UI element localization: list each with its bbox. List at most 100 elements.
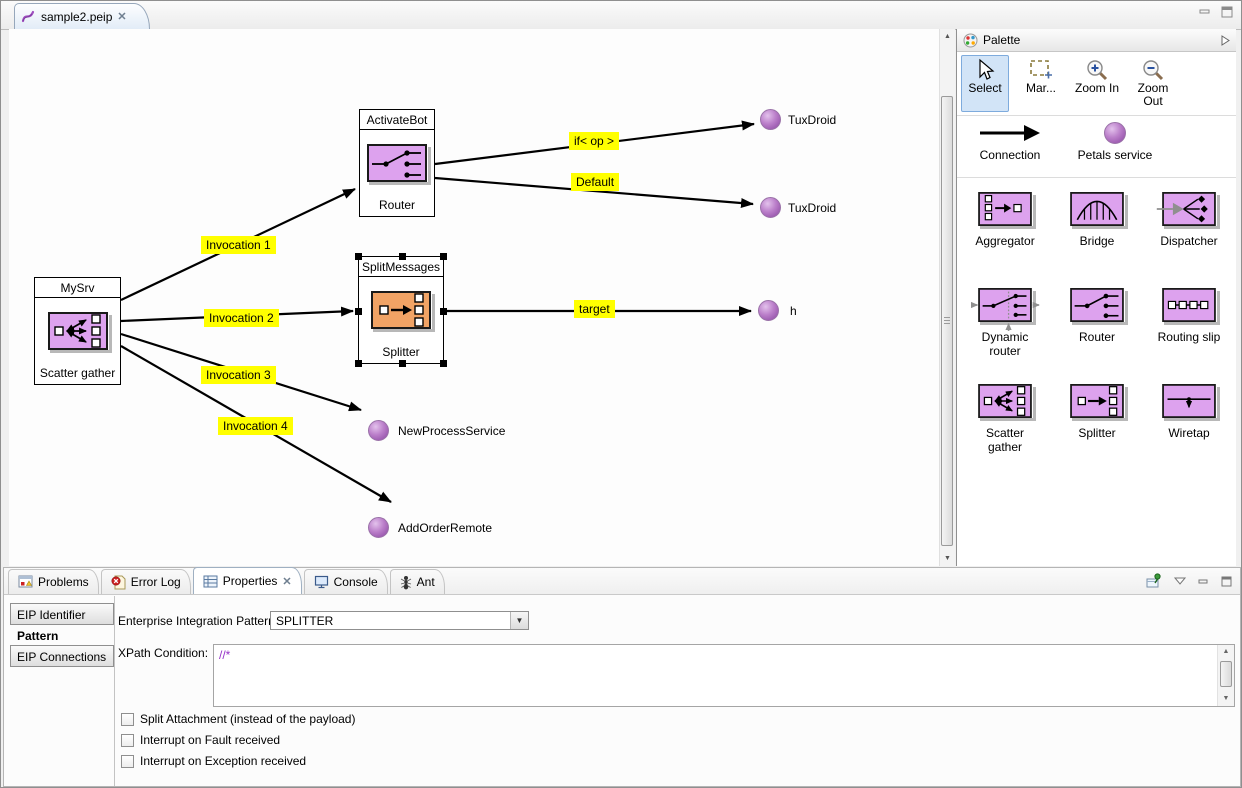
palette-item-router[interactable]: Router — [1051, 288, 1143, 368]
edge-label[interactable]: Invocation 3 — [201, 366, 276, 384]
selection-handle[interactable] — [440, 360, 447, 367]
eip-pattern-value: SPLITTER — [271, 614, 510, 628]
petals-service-icon — [1104, 122, 1126, 144]
bridge-icon — [1069, 192, 1125, 226]
petals-service-sphere[interactable] — [368, 517, 389, 538]
petals-service-sphere[interactable] — [758, 300, 779, 321]
scatter-gather-icon — [47, 312, 109, 350]
zoom-out-icon — [1141, 58, 1165, 82]
tool-marquee[interactable]: Mar... — [1017, 55, 1065, 112]
dynamic-router-icon — [977, 288, 1033, 322]
checkbox-row-split-attachment[interactable]: Split Attachment (instead of the payload… — [121, 712, 355, 726]
palette-item-wiretap[interactable]: Wiretap — [1143, 384, 1235, 464]
selection-handle[interactable] — [399, 360, 406, 367]
scrollbar-thumb[interactable] — [941, 96, 953, 546]
edge-label[interactable]: target — [574, 300, 615, 318]
tab-ant[interactable]: Ant — [390, 569, 445, 594]
maximize-icon[interactable] — [1221, 6, 1233, 18]
properties-view-panel: Problems Error Log Properties ✕ — [3, 567, 1241, 787]
palette-item-dispatcher[interactable]: Dispatcher — [1143, 192, 1235, 272]
properties-sidebar: EIP Identifier Pattern EIP Connections — [10, 604, 114, 667]
minimize-view-icon[interactable] — [1198, 576, 1209, 587]
edge-label[interactable]: Invocation 1 — [201, 236, 276, 254]
palette-item-splitter[interactable]: Splitter — [1051, 384, 1143, 464]
diagram-canvas[interactable] — [9, 29, 940, 566]
selection-handle[interactable] — [355, 360, 362, 367]
editor-tab-bar: sample2.peip ✕ — [1, 1, 1242, 30]
tab-properties[interactable]: Properties ✕ — [193, 567, 302, 594]
tool-zoom-in[interactable]: Zoom In — [1073, 55, 1121, 112]
tool-select[interactable]: Select — [961, 55, 1009, 112]
splitter-icon-selected — [370, 291, 432, 329]
palette-item-routing-slip[interactable]: Routing slip — [1143, 288, 1235, 368]
collapse-palette-icon[interactable] — [1221, 35, 1230, 46]
editor-tab-close-icon[interactable]: ✕ — [117, 10, 126, 23]
selection-handle[interactable] — [440, 308, 447, 315]
canvas-node-mysrv[interactable]: MySrv Scatter gather — [34, 277, 121, 385]
tool-zoom-out[interactable]: Zoom Out — [1129, 55, 1177, 112]
sidebar-item-eip-connections[interactable]: EIP Connections — [10, 645, 114, 667]
palette-item-aggregator[interactable]: Aggregator — [959, 192, 1051, 272]
combo-dropdown-icon[interactable]: ▼ — [510, 612, 528, 629]
properties-icon — [203, 575, 218, 588]
edge-label[interactable]: Invocation 4 — [218, 417, 293, 435]
palette-icon — [963, 33, 978, 48]
edge-label[interactable]: Default — [571, 173, 619, 191]
endpoint-label: h — [790, 304, 797, 318]
minimize-icon[interactable] — [1199, 6, 1211, 18]
selection-handle[interactable] — [440, 253, 447, 260]
petals-service-sphere[interactable] — [760, 197, 781, 218]
tab-error-log[interactable]: Error Log — [101, 569, 191, 594]
palette-tools: Select Mar... Zoom In — [957, 52, 1236, 116]
router-icon — [1069, 288, 1125, 322]
maximize-view-icon[interactable] — [1221, 576, 1232, 587]
palette-item-scatter-gather[interactable]: Scatter gather — [959, 384, 1051, 464]
palette-item-petals-service[interactable]: Petals service — [1067, 122, 1163, 162]
palette-header[interactable]: Palette — [957, 29, 1236, 52]
textarea-scrollbar[interactable]: ▲ ▼ — [1217, 645, 1234, 706]
sidebar-item-pattern[interactable]: Pattern — [10, 624, 114, 646]
petals-service-sphere[interactable] — [368, 420, 389, 441]
selection-handle[interactable] — [399, 253, 406, 260]
selection-handle[interactable] — [355, 308, 362, 315]
selection-handle[interactable] — [355, 253, 362, 260]
checkbox-label: Split Attachment (instead of the payload… — [140, 712, 355, 726]
node-title: ActivateBot — [360, 110, 434, 130]
endpoint-label: TuxDroid — [788, 113, 836, 127]
sidebar-item-eip-identifier[interactable]: EIP Identifier — [10, 603, 114, 625]
palette-item-bridge[interactable]: Bridge — [1051, 192, 1143, 272]
peip-file-icon — [21, 9, 36, 24]
checkbox[interactable] — [121, 713, 134, 726]
pin-view-icon[interactable] — [1145, 573, 1162, 589]
canvas-node-activatebot[interactable]: ActivateBot Router — [359, 109, 435, 217]
canvas-node-splitmessages[interactable]: SplitMessages Splitter — [358, 256, 444, 364]
checkbox-row-interrupt-fault[interactable]: Interrupt on Fault received — [121, 733, 280, 747]
edge-label[interactable]: if< op > — [569, 132, 619, 150]
eip-pattern-combobox[interactable]: SPLITTER ▼ — [270, 611, 529, 630]
scrollbar-thumb[interactable] — [1220, 661, 1232, 687]
checkbox-row-interrupt-exception[interactable]: Interrupt on Exception received — [121, 754, 306, 768]
editor-tab-sample2[interactable]: sample2.peip ✕ — [14, 3, 150, 29]
scroll-down-icon[interactable]: ▼ — [940, 551, 955, 566]
canvas-vertical-scrollbar[interactable]: ▲ ▼ — [939, 29, 955, 566]
xpath-condition-textarea[interactable]: //* ▲ ▼ — [213, 644, 1235, 707]
node-type-label: Router — [360, 196, 434, 216]
checkbox[interactable] — [121, 755, 134, 768]
tab-console[interactable]: Console — [304, 569, 388, 594]
petals-service-sphere[interactable] — [760, 109, 781, 130]
tab-close-icon[interactable]: ✕ — [282, 575, 291, 588]
palette-item-dynamic-router[interactable]: Dynamic router — [959, 288, 1051, 368]
scroll-down-icon[interactable]: ▼ — [1218, 692, 1234, 706]
scroll-up-icon[interactable]: ▲ — [1218, 645, 1234, 659]
palette-item-connection[interactable]: Connection — [967, 122, 1053, 162]
checkbox[interactable] — [121, 734, 134, 747]
view-menu-icon[interactable] — [1174, 577, 1186, 585]
scroll-up-icon[interactable]: ▲ — [940, 29, 955, 44]
problems-icon — [18, 575, 33, 589]
sidebar-divider — [114, 596, 115, 786]
edge-label[interactable]: Invocation 2 — [204, 309, 279, 327]
editor-area-controls — [1199, 6, 1233, 18]
tab-problems[interactable]: Problems — [8, 569, 99, 594]
dispatcher-icon — [1161, 192, 1217, 226]
xpath-condition-value: //* — [219, 648, 230, 662]
